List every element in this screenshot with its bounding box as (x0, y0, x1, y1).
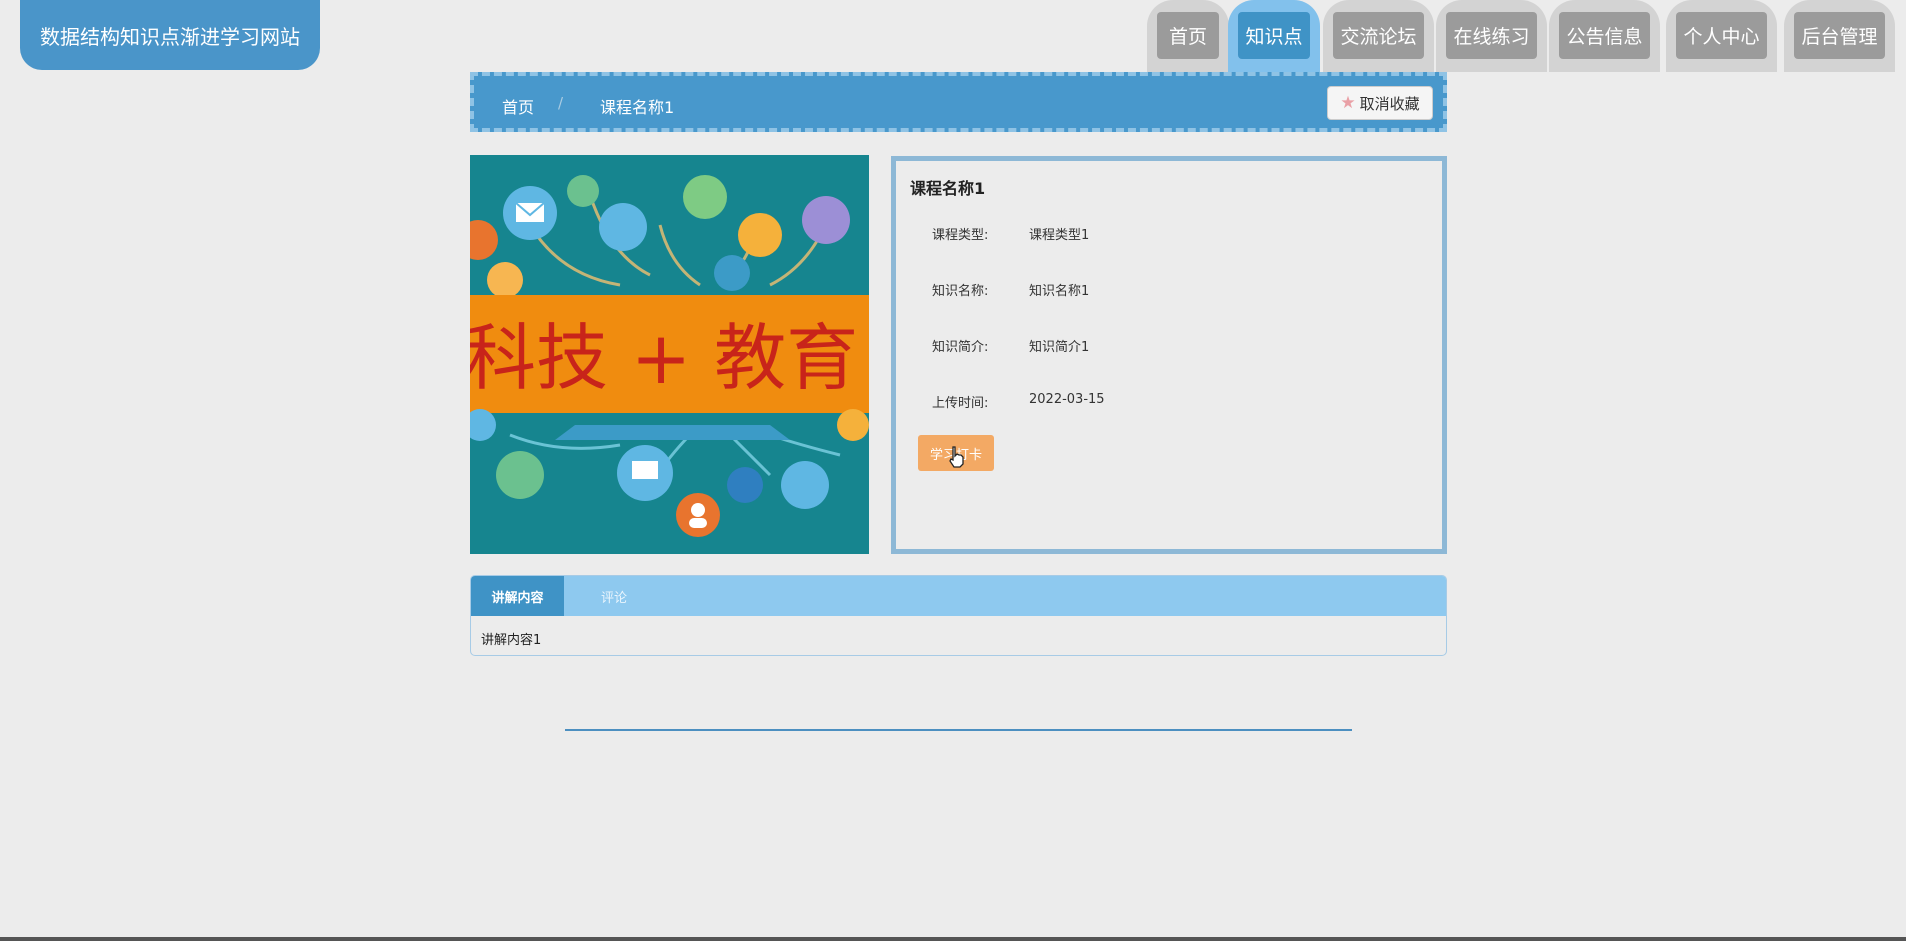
power-icon (567, 175, 599, 207)
info-value: 知识名称1 (1029, 284, 1090, 299)
unfavorite-label: 取消收藏 (1359, 94, 1420, 113)
tech-education-illustration: 科技 + 教育 (470, 155, 869, 554)
star-icon: ★ (1340, 93, 1356, 113)
course-image: 科技 + 教育 (470, 155, 869, 554)
wifi-icon (496, 451, 544, 499)
info-value: 2022-03-15 (1029, 392, 1105, 407)
folder-icon (738, 213, 782, 257)
tab-header: 讲解内容 评论 (471, 576, 1446, 616)
content-tabs: 讲解内容 评论 讲解内容1 (470, 575, 1447, 656)
nav-item-notice[interactable]: 公告信息 (1549, 0, 1660, 72)
camera-icon (599, 203, 647, 251)
nav-item-home[interactable]: 首页 (1147, 0, 1229, 72)
tab-comments[interactable]: 评论 (564, 576, 664, 616)
footer-divider (565, 729, 1352, 731)
phone-icon (802, 196, 850, 244)
nav-item-practice[interactable]: 在线练习 (1436, 0, 1547, 72)
info-value: 知识简介1 (1029, 340, 1090, 355)
banner-text: 科技 + 教育 (470, 316, 858, 400)
hand-cursor-icon (949, 446, 964, 468)
site-logo[interactable]: 数据结构知识点渐进学习网站 (20, 0, 320, 70)
info-label: 知识名称: (932, 284, 989, 299)
sync-icon (727, 467, 763, 503)
tab-content: 讲解内容1 (481, 633, 542, 648)
globe-icon (714, 255, 750, 291)
nav-item-forum[interactable]: 交流论坛 (1323, 0, 1434, 72)
breadcrumb-home-link[interactable]: 首页 (502, 94, 534, 118)
info-label: 课程类型: (932, 228, 989, 243)
tab-lecture-content[interactable]: 讲解内容 (471, 576, 564, 616)
nav-item-label: 首页 (1157, 12, 1219, 59)
unfavorite-button[interactable]: ★ 取消收藏 (1327, 86, 1433, 120)
bottom-strip (0, 937, 1906, 941)
course-info-panel: 课程名称1 课程类型: 课程类型1 知识名称: 知识名称1 知识简介: 知识简介… (891, 156, 1447, 554)
nav-item-label: 知识点 (1238, 12, 1310, 59)
note-icon (683, 175, 727, 219)
breadcrumb: 首页 / 课程名称1 ★ 取消收藏 (470, 72, 1447, 132)
hourglass-icon (487, 262, 523, 298)
info-label: 知识简介: (932, 340, 989, 355)
nav-item-label: 交流论坛 (1333, 12, 1424, 59)
nav-item-personal[interactable]: 个人中心 (1666, 0, 1777, 72)
nav-item-label: 个人中心 (1676, 12, 1767, 59)
microphone-icon (781, 461, 829, 509)
nav-item-knowledge[interactable]: 知识点 (1228, 0, 1320, 72)
breadcrumb-separator: / (558, 94, 564, 112)
nav-item-label: 公告信息 (1559, 12, 1650, 59)
course-title: 课程名称1 (910, 179, 986, 198)
nav-item-admin[interactable]: 后台管理 (1784, 0, 1895, 72)
info-label: 上传时间: (932, 396, 989, 411)
site-title: 数据结构知识点渐进学习网站 (40, 24, 300, 49)
info-value: 课程类型1 (1029, 228, 1090, 243)
breadcrumb-current: 课程名称1 (600, 98, 675, 117)
nav-item-label: 后台管理 (1794, 12, 1885, 59)
nav-item-label: 在线练习 (1446, 12, 1537, 59)
